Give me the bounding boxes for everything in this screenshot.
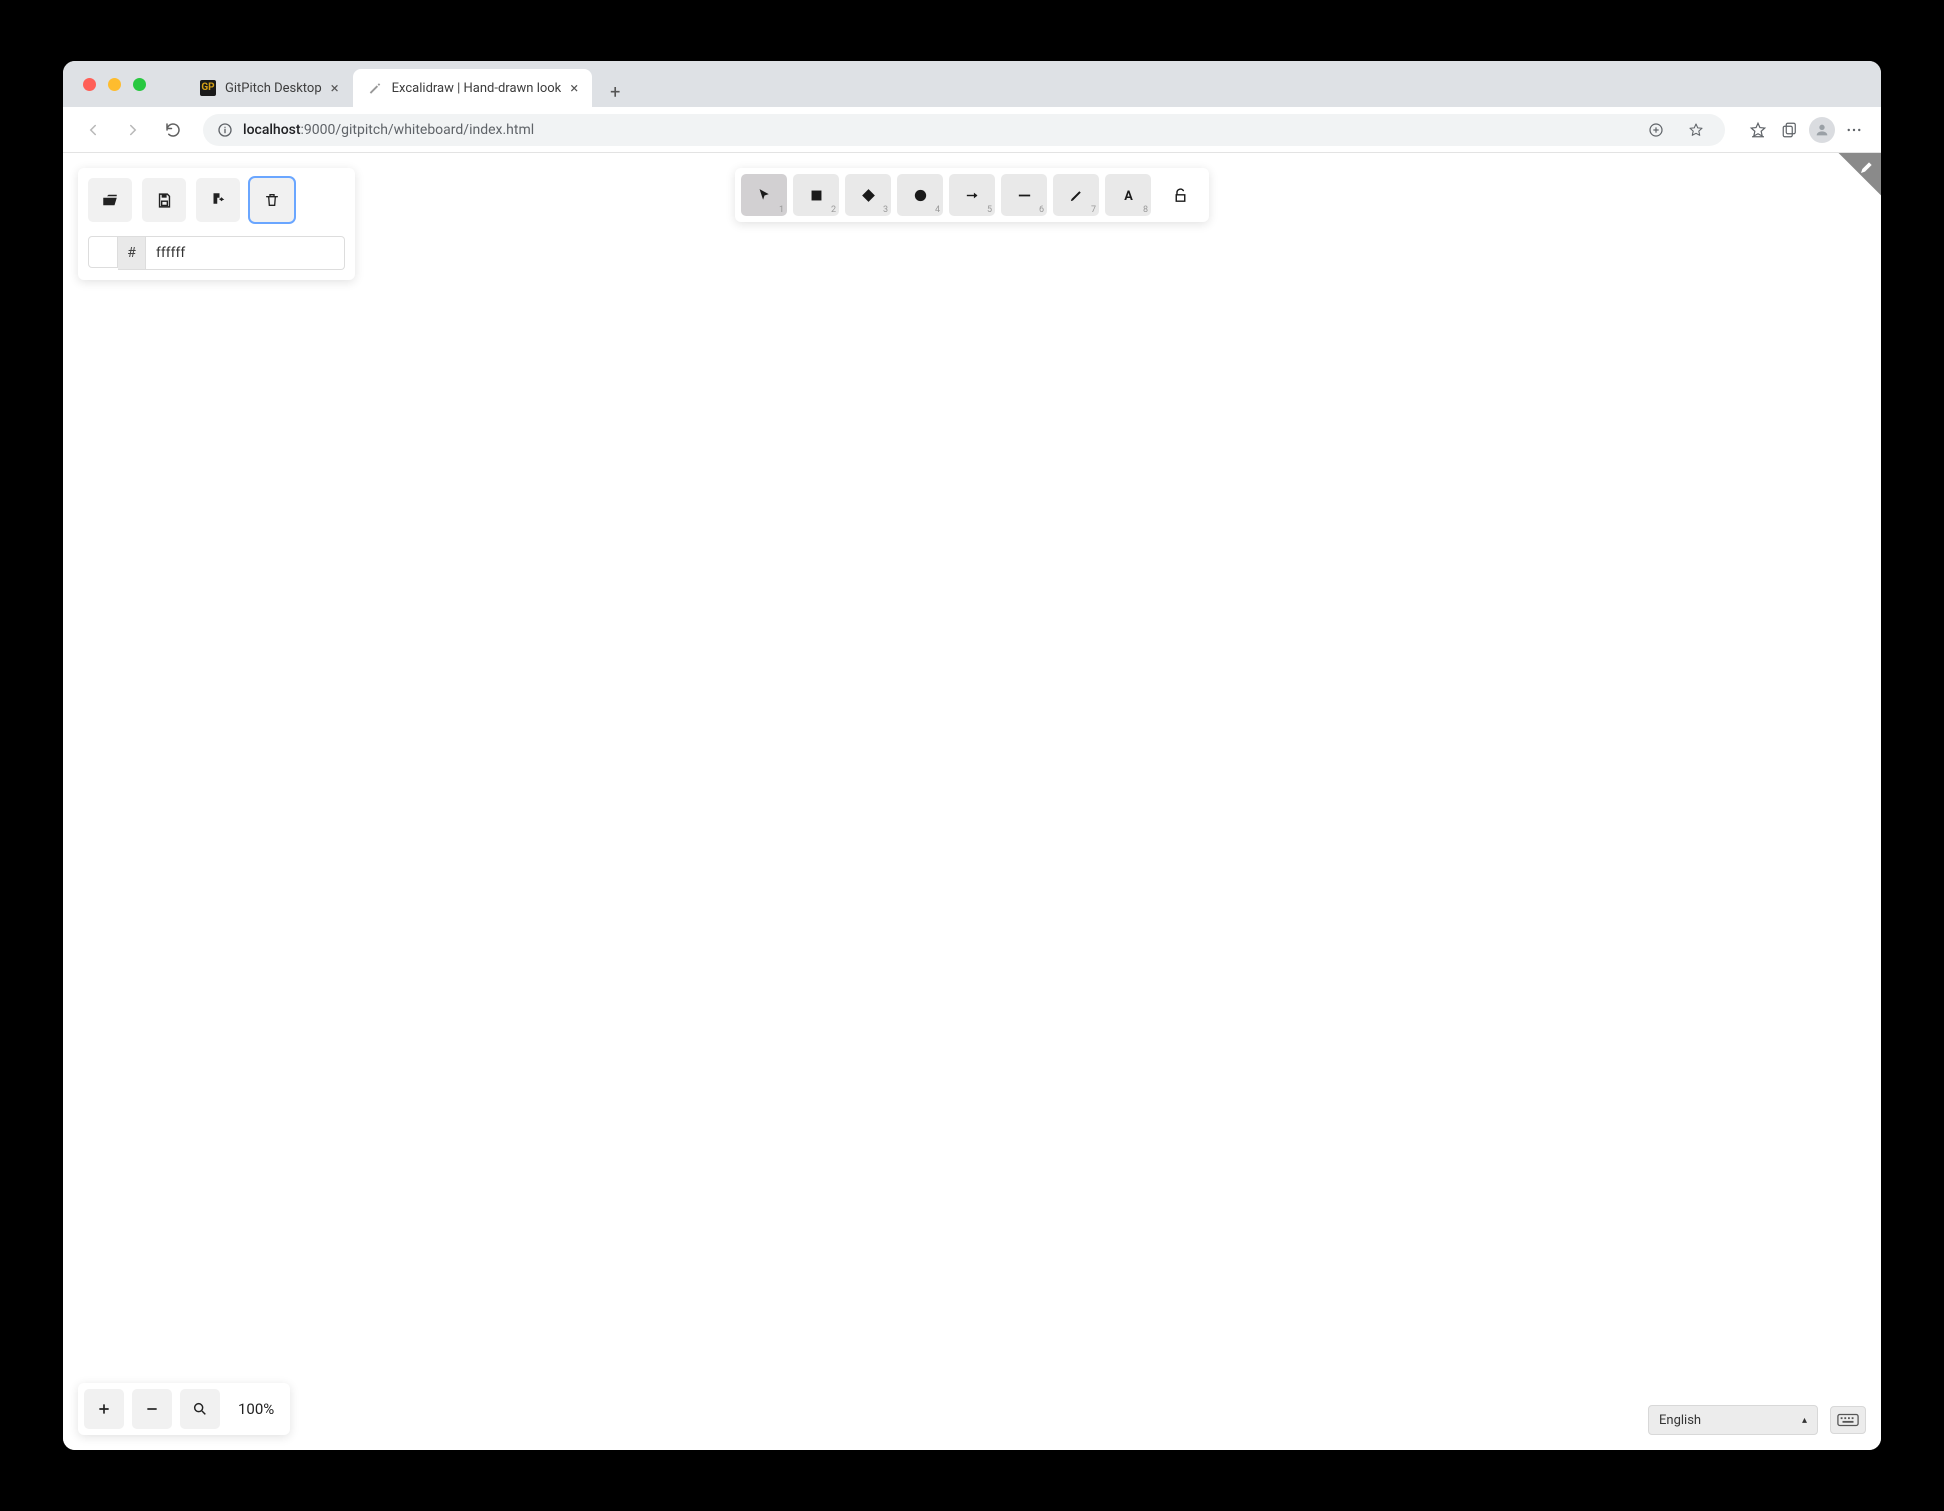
caret-up-icon: ▴ [1802, 1415, 1807, 1426]
tab-label: Excalidraw | Hand-drawn look [392, 81, 562, 96]
open-button[interactable] [88, 178, 132, 222]
lock-tool[interactable] [1157, 174, 1203, 216]
fullscreen-window-button[interactable] [133, 78, 146, 91]
favorites-icon[interactable] [1743, 115, 1773, 145]
new-tab-button[interactable]: + [600, 77, 630, 107]
minimize-window-button[interactable] [108, 78, 121, 91]
shortcut-label: 7 [1091, 205, 1096, 215]
zoom-page-icon[interactable] [1641, 115, 1671, 145]
zoom-panel: 100% [78, 1383, 290, 1435]
shortcut-label: 5 [987, 205, 992, 215]
shortcut-label: 1 [779, 205, 784, 215]
reload-button[interactable] [155, 112, 191, 148]
favicon-gitpitch-icon: GP [200, 80, 216, 96]
url-bar[interactable]: localhost:9000/gitpitch/whiteboard/index… [203, 114, 1725, 146]
zoom-out-button[interactable] [132, 1389, 172, 1429]
shortcut-label: 3 [883, 205, 888, 215]
site-info-icon[interactable] [217, 122, 233, 138]
draw-tool[interactable]: 7 [1053, 174, 1099, 216]
url-text: localhost:9000/gitpitch/whiteboard/index… [243, 122, 534, 138]
window-controls [63, 78, 166, 91]
zoom-in-button[interactable] [84, 1389, 124, 1429]
forward-button[interactable] [115, 112, 151, 148]
ellipse-tool[interactable]: 4 [897, 174, 943, 216]
export-button[interactable] [196, 178, 240, 222]
language-label: English [1659, 1413, 1701, 1428]
language-select[interactable]: English ▴ [1648, 1405, 1818, 1435]
shortcut-label: 4 [935, 205, 940, 215]
favicon-excalidraw-icon [367, 80, 383, 96]
more-menu-icon[interactable] [1839, 115, 1869, 145]
selection-tool[interactable]: 1 [741, 174, 787, 216]
zoom-reset-button[interactable] [180, 1389, 220, 1429]
shape-toolbar: 1 2 3 4 5 6 7 [735, 168, 1209, 222]
hash-label: # [118, 236, 146, 270]
arrow-tool[interactable]: 5 [949, 174, 995, 216]
bookmark-star-icon[interactable] [1681, 115, 1711, 145]
tab-excalidraw[interactable]: Excalidraw | Hand-drawn look × [353, 69, 593, 107]
background-color-swatch[interactable] [88, 236, 118, 268]
keyboard-shortcuts-button[interactable] [1830, 1406, 1866, 1434]
diamond-tool[interactable]: 3 [845, 174, 891, 216]
shortcut-label: 6 [1039, 205, 1044, 215]
tab-strip: GP GitPitch Desktop × Excalidraw | Hand-… [63, 61, 1881, 107]
zoom-level[interactable]: 100% [228, 1400, 284, 1418]
github-corner[interactable] [1821, 153, 1881, 213]
rectangle-tool[interactable]: 2 [793, 174, 839, 216]
close-window-button[interactable] [83, 78, 96, 91]
tab-label: GitPitch Desktop [225, 81, 322, 96]
profile-avatar[interactable] [1807, 115, 1837, 145]
canvas[interactable]: # 1 2 3 4 5 [63, 153, 1881, 1450]
clear-canvas-button[interactable] [250, 178, 294, 222]
close-tab-icon[interactable]: × [570, 81, 578, 96]
save-button[interactable] [142, 178, 186, 222]
back-button[interactable] [75, 112, 111, 148]
shortcut-label: 8 [1143, 205, 1148, 215]
address-bar: localhost:9000/gitpitch/whiteboard/index… [63, 107, 1881, 153]
svg-text:A: A [1124, 188, 1133, 203]
shortcut-label: 2 [831, 205, 836, 215]
collections-icon[interactable] [1775, 115, 1805, 145]
text-tool[interactable]: A 8 [1105, 174, 1151, 216]
browser-action-icons [1743, 115, 1869, 145]
line-tool[interactable]: 6 [1001, 174, 1047, 216]
tab-gitpitch[interactable]: GP GitPitch Desktop × [186, 69, 353, 107]
close-tab-icon[interactable]: × [331, 81, 339, 96]
background-color-input[interactable] [146, 236, 345, 270]
file-panel: # [78, 168, 355, 280]
footer-right: English ▴ [1648, 1405, 1866, 1435]
browser-window: GP GitPitch Desktop × Excalidraw | Hand-… [63, 61, 1881, 1450]
tabs: GP GitPitch Desktop × Excalidraw | Hand-… [186, 61, 630, 107]
